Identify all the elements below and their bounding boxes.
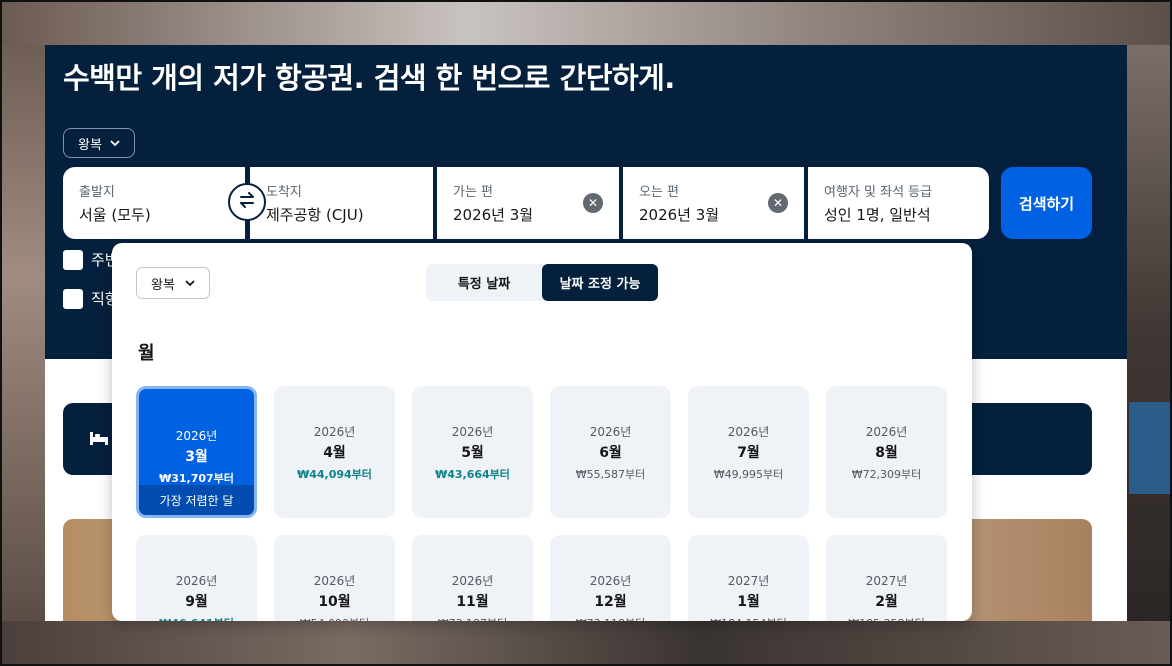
date-mode-toggle: 특정 날짜 날짜 조정 가능 xyxy=(426,264,658,301)
destination-label: 도착지 xyxy=(266,185,302,200)
month-card-year: 2026년 xyxy=(589,573,632,588)
month-card-month: 1월 xyxy=(737,593,760,610)
tab-flexible-date[interactable]: 날짜 조정 가능 xyxy=(542,264,658,301)
month-card-price: ₩44,094부터 xyxy=(297,467,372,481)
month-card-year: 2026년 xyxy=(313,573,356,588)
direct-flights-checkbox[interactable] xyxy=(63,289,83,309)
clear-depart-icon[interactable]: ✕ xyxy=(583,193,603,213)
month-card-year: 2027년 xyxy=(865,573,908,588)
clear-return-icon[interactable]: ✕ xyxy=(768,193,788,213)
cheapest-month-tag: 가장 저렴한 달 xyxy=(139,485,254,515)
month-card-year: 2026년 xyxy=(175,573,218,588)
month-card[interactable]: 2026년 5월 ₩43,664부터 xyxy=(412,386,533,518)
month-card-year: 2026년 xyxy=(313,424,356,439)
month-card-month: 11월 xyxy=(456,593,489,610)
bed-icon xyxy=(89,430,109,450)
destination-field[interactable]: 도착지 제주공항 (CJU) xyxy=(250,167,433,239)
month-card-month: 7월 xyxy=(737,444,760,461)
return-value: 2026년 3월 xyxy=(639,206,720,224)
month-card[interactable]: 2027년 2월 ₩185,358부터 xyxy=(826,535,947,621)
nearby-airports-checkbox[interactable] xyxy=(63,250,83,270)
month-card[interactable]: 2026년 7월 ₩49,995부터 xyxy=(688,386,809,518)
month-card-price: ₩72,309부터 xyxy=(851,467,922,481)
month-picker-popup: 왕복 특정 날짜 날짜 조정 가능 월 2026년 3월 ₩31,707부터 가장 저… xyxy=(112,243,972,621)
month-card-month: 2월 xyxy=(875,593,898,610)
origin-value: 서울 (모두) xyxy=(79,206,151,224)
month-section-heading: 월 xyxy=(138,343,155,364)
chevron-down-icon xyxy=(185,276,195,291)
month-card-month: 4월 xyxy=(323,444,346,461)
month-card[interactable]: 2026년 11월 ₩73,187부터 xyxy=(412,535,533,621)
trip-type-dropdown[interactable]: 왕복 xyxy=(63,128,135,158)
travellers-label: 여행자 및 좌석 등급 xyxy=(824,185,933,200)
depart-value: 2026년 3월 xyxy=(453,206,534,224)
month-card-month: 6월 xyxy=(599,444,622,461)
depart-date-field[interactable]: 가는 편 2026년 3월 ✕ xyxy=(437,167,619,239)
month-card-month: 8월 xyxy=(875,444,898,461)
month-card-price: ₩46,641부터 xyxy=(159,615,234,622)
origin-field[interactable]: 출발지 서울 (모두) xyxy=(63,167,245,239)
month-card-price: ₩31,707부터 xyxy=(159,472,234,485)
month-card-year: 2026년 xyxy=(727,424,770,439)
month-card-price: ₩49,995부터 xyxy=(713,467,784,481)
month-card[interactable]: 2026년 12월 ₩73,118부터 xyxy=(550,535,671,621)
month-card-price: ₩73,187부터 xyxy=(438,615,508,622)
swap-button[interactable] xyxy=(228,183,266,221)
month-card-year: 2026년 xyxy=(589,424,632,439)
month-card-month: 10월 xyxy=(318,593,351,610)
popup-trip-type-dropdown[interactable]: 왕복 xyxy=(136,267,210,299)
month-card-year: 2026년 xyxy=(451,424,494,439)
month-card-month: 3월 xyxy=(185,449,208,465)
swap-arrows-icon xyxy=(238,192,256,212)
month-card[interactable]: 2026년 8월 ₩72,309부터 xyxy=(826,386,947,518)
destination-value: 제주공항 (CJU) xyxy=(266,206,364,224)
month-card[interactable]: 2026년 6월 ₩55,587부터 xyxy=(550,386,671,518)
month-card-year: 2027년 xyxy=(727,573,770,588)
month-card-price: ₩73,118부터 xyxy=(576,615,646,622)
trip-type-label: 왕복 xyxy=(78,137,102,153)
tab-specific-date[interactable]: 특정 날짜 xyxy=(426,264,542,301)
origin-label: 출발지 xyxy=(79,185,115,200)
travellers-field[interactable]: 여행자 및 좌석 등급 성인 1명, 일반석 xyxy=(808,167,989,239)
month-card-price: ₩43,664부터 xyxy=(435,467,510,481)
return-date-field[interactable]: 오는 편 2026년 3월 ✕ xyxy=(623,167,804,239)
month-card[interactable]: 2026년 9월 ₩46,641부터 xyxy=(136,535,257,621)
month-card-price: ₩185,358부터 xyxy=(848,615,925,622)
search-button[interactable]: 검색하기 xyxy=(1001,167,1092,239)
depart-label: 가는 편 xyxy=(453,185,494,200)
month-card-month: 12월 xyxy=(594,593,627,610)
month-card-month: 5월 xyxy=(461,444,484,461)
month-card-year: 2026년 xyxy=(451,573,494,588)
return-label: 오는 편 xyxy=(639,185,680,200)
month-card[interactable]: 2026년 4월 ₩44,094부터 xyxy=(274,386,395,518)
month-card-price: ₩55,587부터 xyxy=(575,467,646,481)
month-card-price: ₩184,154부터 xyxy=(710,615,787,622)
chevron-down-icon xyxy=(110,136,120,151)
popup-trip-type-label: 왕복 xyxy=(151,277,175,293)
travellers-value: 성인 1명, 일반석 xyxy=(824,206,931,224)
month-card-month: 9월 xyxy=(185,593,208,610)
page-title: 수백만 개의 저가 항공권. 검색 한 번으로 간단하게. xyxy=(63,61,675,95)
month-card-price: ₩54,090부터 xyxy=(300,615,370,622)
month-card[interactable]: 2027년 1월 ₩184,154부터 xyxy=(688,535,809,621)
month-card[interactable]: 2026년 3월 ₩31,707부터 가장 저렴한 달 xyxy=(136,386,257,518)
month-card-year: 2026년 xyxy=(175,429,218,443)
month-card-year: 2026년 xyxy=(865,424,908,439)
month-card[interactable]: 2026년 10월 ₩54,090부터 xyxy=(274,535,395,621)
